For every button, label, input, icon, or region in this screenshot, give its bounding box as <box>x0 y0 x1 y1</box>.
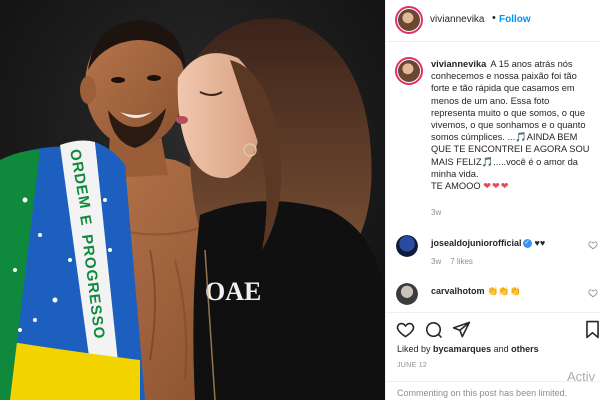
shirt-text: OAE <box>205 277 261 306</box>
like-comment-heart-icon[interactable] <box>588 288 598 298</box>
comment-meta: 3w 7 likes <box>431 257 473 266</box>
music-note-icon: 🎵 <box>481 156 494 167</box>
post-side-panel: viviannevika • Follow viviannevika A 15 … <box>385 0 600 400</box>
comment-text: 👏👏👏 <box>487 286 521 296</box>
share-send-icon[interactable] <box>452 320 471 339</box>
post-header: viviannevika • Follow <box>386 0 600 42</box>
liked-user[interactable]: bycamarques <box>433 344 491 354</box>
post-actions: Liked by bycamarques and others JUNE 12 … <box>386 312 600 400</box>
post-image: ORDEM E PROGRESSO OAE <box>0 0 385 400</box>
verified-badge-icon: ✓ <box>522 239 532 249</box>
liked-others[interactable]: others <box>511 344 539 354</box>
post-caption: viviannevika A 15 anos atrás nós conhece… <box>431 58 596 192</box>
caption-age: 3w <box>431 208 442 217</box>
caption-text-4: TE AMOOO <box>431 181 481 192</box>
liked-and: and <box>493 344 509 354</box>
like-comment-heart-icon[interactable] <box>588 240 598 250</box>
liked-by: Liked by bycamarques and others <box>397 344 539 354</box>
comment-text-row: carvalhotom 👏👏👏 <box>431 286 521 297</box>
comment-username[interactable]: josealdojuniorofficial <box>431 238 522 248</box>
music-note-icon: 🎵 <box>515 132 527 143</box>
caption-username[interactable]: viviannevika <box>431 59 486 69</box>
like-heart-icon[interactable] <box>396 320 415 339</box>
author-username[interactable]: viviannevika <box>430 14 484 25</box>
comment-limited-row: Commenting on this post has been limited… <box>386 381 600 400</box>
comment-text-row: josealdojuniorofficial ✓ ♥♥ <box>431 238 546 249</box>
comment-bubble-icon[interactable] <box>424 320 443 339</box>
save-bookmark-icon[interactable] <box>583 320 600 339</box>
liked-prefix: Liked by <box>397 344 431 354</box>
comments-area[interactable]: viviannevika A 15 anos atrás nós conhece… <box>386 43 600 311</box>
comment-username[interactable]: carvalhotom <box>431 286 485 296</box>
follow-button[interactable]: Follow <box>499 14 531 25</box>
comment-text: ♥♥ <box>534 238 546 248</box>
comment-age: 3w <box>431 257 442 266</box>
post-date[interactable]: JUNE 12 <box>397 362 427 369</box>
post-photo[interactable]: ORDEM E PROGRESSO OAE <box>0 0 385 400</box>
comment-likes[interactable]: 7 likes <box>450 257 473 266</box>
header-separator: • <box>492 12 496 24</box>
commenter-avatar[interactable] <box>396 283 418 305</box>
caption-text-1: A 15 anos atrás nós conhecemos e nossa p… <box>431 59 586 143</box>
author-avatar[interactable] <box>395 6 423 34</box>
hearts-emoji: ❤❤❤ <box>483 181 510 192</box>
caption-avatar[interactable] <box>395 57 423 85</box>
commenter-avatar[interactable] <box>396 235 418 257</box>
comments-limited-notice: Commenting on this post has been limited… <box>397 388 568 398</box>
